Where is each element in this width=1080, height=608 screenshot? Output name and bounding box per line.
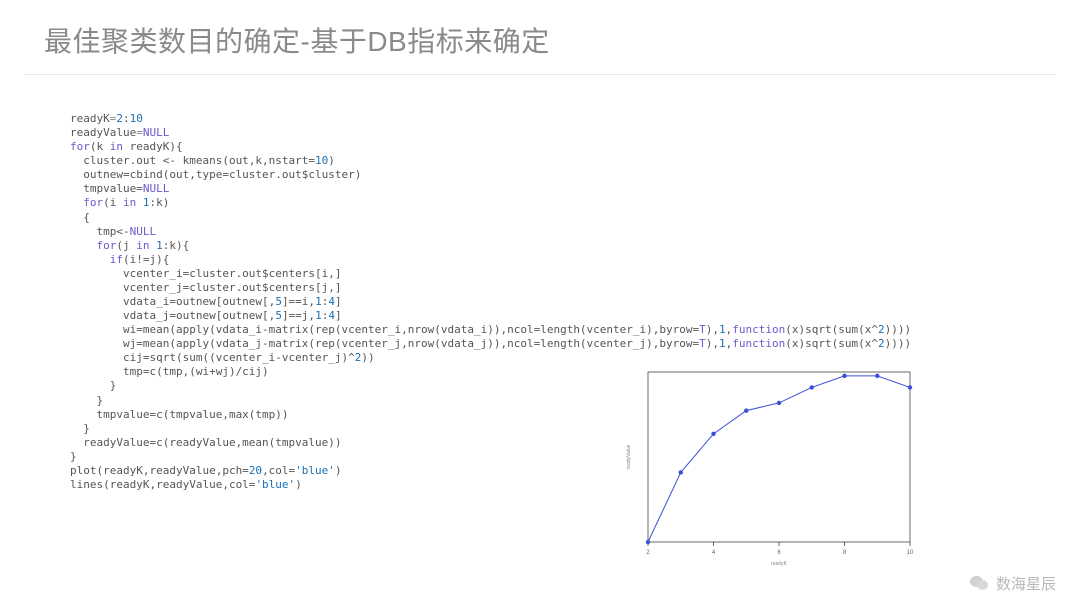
svg-text:6: 6 (777, 550, 781, 556)
svg-text:readyValue: readyValue (626, 444, 632, 469)
watermark: 数海星辰 (970, 573, 1056, 594)
wechat-icon (970, 576, 990, 592)
svg-text:10: 10 (907, 550, 914, 556)
slide: 最佳聚类数目的确定-基于DB指标来确定 readyK=2:10 readyVal… (0, 0, 1080, 608)
svg-text:4: 4 (712, 550, 716, 556)
svg-text:readyK: readyK (771, 561, 788, 567)
svg-text:8: 8 (843, 550, 847, 556)
slide-title: 最佳聚类数目的确定-基于DB指标来确定 (44, 20, 550, 60)
title-divider (24, 74, 1056, 75)
watermark-text: 数海星辰 (996, 573, 1056, 594)
svg-text:2: 2 (646, 550, 650, 556)
db-index-chart: 2 4 6 8 10 readyK readyValue (620, 364, 920, 568)
